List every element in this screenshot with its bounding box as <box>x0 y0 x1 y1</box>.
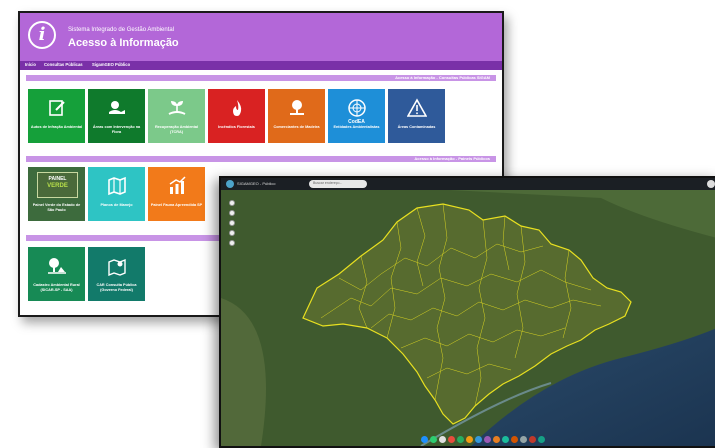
tile-label: Planos de Manejo <box>100 203 133 207</box>
zoom-in-icon[interactable] <box>229 200 235 206</box>
page-title: Acesso à Informação <box>68 37 179 49</box>
map-layer-button-0[interactable] <box>421 436 428 443</box>
painel-verde-logo: PAINEL VERDE <box>37 172 78 198</box>
fire-icon <box>208 98 265 118</box>
tile-label: Cadastro Ambiental Rural (SICAR-SP - SAA… <box>33 283 80 292</box>
cadastro-tile-1[interactable]: CAR Consulta Pública (Governo Federal) <box>88 247 145 301</box>
map-layer-button-2[interactable] <box>439 436 446 443</box>
portal-header: i Sistema Integrado de Gestão Ambiental … <box>20 13 502 61</box>
map-layer-button-9[interactable] <box>502 436 509 443</box>
painel-tile-2[interactable]: Painel Fauna Apreendida SP <box>148 167 205 221</box>
tile-label: Incêndios Florestais <box>218 125 255 129</box>
tile-label: CAR Consulta Pública (Governo Federal) <box>96 283 137 292</box>
map-layer-button-5[interactable] <box>466 436 473 443</box>
nav-inicio[interactable]: Início <box>25 62 36 67</box>
tree-hand-icon <box>268 98 325 118</box>
farm-tree-icon <box>28 256 85 276</box>
warning-triangle-icon <box>388 98 445 118</box>
tile-label: Painel Fauna Apreendida SP <box>150 203 203 207</box>
map-layer-button-8[interactable] <box>493 436 500 443</box>
system-name: Sistema Integrado de Gestão Ambiental <box>68 27 175 33</box>
tile-label: Entidades Ambientalistas <box>333 125 380 129</box>
consulta-tile-1[interactable]: Áreas com Intervenção na Flora <box>88 89 145 143</box>
tile-label: Comerciantes de Madeira <box>273 125 320 129</box>
map-search-placeholder: Buscar endereço... <box>313 181 343 185</box>
painel-logo-line1: PAINEL <box>48 176 67 182</box>
map-layer-button-12[interactable] <box>529 436 536 443</box>
tile-label: Autos de Infração Ambiental <box>30 125 83 129</box>
document-edit-icon <box>28 98 85 118</box>
hand-leaf-icon <box>88 98 145 118</box>
map-layer-button-4[interactable] <box>457 436 464 443</box>
painel-logo-line2: VERDE <box>47 183 68 189</box>
zoom-out-icon[interactable] <box>229 210 235 216</box>
top-nav: Início Consultas Públicas SigamGEO Públi… <box>20 61 502 70</box>
map-app-title: SIGAMGEO - Público <box>237 181 276 186</box>
tile-label: Áreas Contaminadas <box>397 125 436 129</box>
painel-tile-1[interactable]: Planos de Manejo <box>88 167 145 221</box>
sigamgeo-logo-icon <box>226 180 234 188</box>
info-logo-icon: i <box>28 21 56 49</box>
map-pin-icon <box>88 256 145 277</box>
layers-icon[interactable] <box>229 230 235 236</box>
map-layer-button-1[interactable] <box>430 436 437 443</box>
home-icon[interactable] <box>229 220 235 226</box>
cadastro-tile-0[interactable]: Cadastro Ambiental Rural (SICAR-SP - SAA… <box>28 247 85 301</box>
map-layer-button-13[interactable] <box>538 436 545 443</box>
section-bar-consultas: Acesso à Informação - Consultas Públicas… <box>26 75 496 81</box>
map-search-input[interactable]: Buscar endereço... <box>309 180 367 188</box>
consulta-tile-3[interactable]: Incêndios Florestais <box>208 89 265 143</box>
painel-tile-0[interactable]: PAINEL VERDE Painel Verde do Estado de São… <box>28 167 85 221</box>
map-layer-button-3[interactable] <box>448 436 455 443</box>
section-title-consultas: Acesso à Informação - Consultas Públicas… <box>395 75 490 80</box>
bar-chart-icon <box>148 176 205 196</box>
map-top-bar: SIGAMGEO - Público Buscar endereço... <box>221 178 715 190</box>
map-window: SIGAMGEO - Público Buscar endereço... <box>219 176 715 448</box>
section-title-paineis: Acesso à Informação - Paineis Públicos <box>414 156 490 161</box>
tile-label: Áreas com Intervenção na Flora <box>92 125 141 134</box>
codea-globe-icon <box>328 98 385 118</box>
map-layer-button-10[interactable] <box>511 436 518 443</box>
satellite-map[interactable] <box>221 178 715 446</box>
consulta-tile-2[interactable]: Recuperação Ambiental (TCRA) <box>148 89 205 143</box>
locate-icon[interactable] <box>229 240 235 246</box>
tile-label: Painel Verde do Estado de São Paulo <box>32 203 81 212</box>
consulta-tile-5[interactable]: CodEA Entidades Ambientalistas <box>328 89 385 143</box>
close-icon[interactable] <box>707 180 715 188</box>
section-bar-paineis: Acesso à Informação - Paineis Públicos <box>26 156 496 162</box>
map-fold-icon <box>88 176 145 196</box>
nav-sigamgeo-publico[interactable]: SigamGEO Público <box>92 62 130 67</box>
map-layer-button-6[interactable] <box>475 436 482 443</box>
consulta-tile-0[interactable]: Autos de Infração Ambiental <box>28 89 85 143</box>
tile-label: Recuperação Ambiental (TCRA) <box>154 125 199 134</box>
nav-consultas-publicas[interactable]: Consultas Públicas <box>44 62 83 67</box>
map-layer-button-7[interactable] <box>484 436 491 443</box>
consulta-tile-4[interactable]: Comerciantes de Madeira <box>268 89 325 143</box>
sprout-hand-icon <box>148 98 205 118</box>
map-layer-button-11[interactable] <box>520 436 527 443</box>
consulta-tile-6[interactable]: Áreas Contaminadas <box>388 89 445 143</box>
